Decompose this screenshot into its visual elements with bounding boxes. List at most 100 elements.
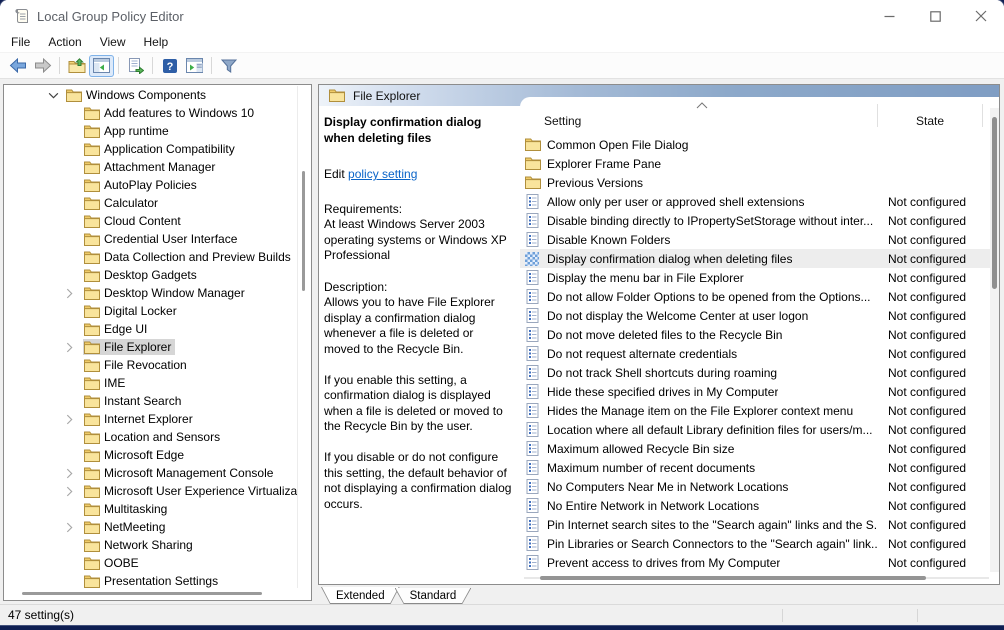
tree-item[interactable]: NetMeeting bbox=[4, 518, 297, 536]
column-header-state[interactable]: State bbox=[916, 114, 944, 128]
list-hscroll-thumb[interactable] bbox=[540, 576, 926, 580]
list-hscroll[interactable] bbox=[524, 576, 989, 580]
tree-item[interactable]: Edge UI bbox=[4, 320, 297, 338]
settings-row[interactable]: Disable binding directly to IPropertySet… bbox=[520, 211, 990, 230]
settings-row[interactable]: Display the menu bar in File ExplorerNot… bbox=[520, 268, 990, 287]
setting-label: Pin Internet search sites to the "Search… bbox=[547, 518, 877, 532]
chevron-right-icon[interactable] bbox=[66, 467, 83, 479]
tree-item[interactable]: Instant Search bbox=[4, 392, 297, 410]
policy-setting-icon bbox=[525, 213, 541, 228]
edit-policy-setting-link[interactable]: policy setting bbox=[348, 167, 417, 181]
tree-item[interactable]: Microsoft Management Console bbox=[4, 464, 297, 482]
tree-item[interactable]: Add features to Windows 10 bbox=[4, 104, 297, 122]
tree-item[interactable]: Desktop Gadgets bbox=[4, 266, 297, 284]
chevron-right-icon[interactable] bbox=[66, 485, 83, 497]
show-action-pane-button[interactable] bbox=[182, 55, 207, 77]
tree-item[interactable]: Attachment Manager bbox=[4, 158, 297, 176]
show-console-tree-button[interactable] bbox=[89, 55, 114, 77]
tree-vscroll-thumb[interactable] bbox=[302, 171, 305, 291]
folder-icon bbox=[84, 215, 100, 228]
chevron-right-icon[interactable] bbox=[66, 413, 83, 425]
description-paragraph: Allows you to have File Explorer display… bbox=[324, 295, 512, 357]
chevron-spacer bbox=[66, 179, 83, 191]
settings-row[interactable]: Common Open File Dialog bbox=[520, 135, 990, 154]
tree-item[interactable]: App runtime bbox=[4, 122, 297, 140]
settings-row[interactable]: No Entire Network in Network LocationsNo… bbox=[520, 496, 990, 515]
settings-row[interactable]: Pin Internet search sites to the "Search… bbox=[520, 515, 990, 534]
tab-standard[interactable]: Standard bbox=[395, 588, 472, 604]
settings-row[interactable]: Allow only per user or approved shell ex… bbox=[520, 192, 990, 211]
tree-item-label: Internet Explorer bbox=[104, 412, 193, 426]
tree-item[interactable]: File Explorer bbox=[4, 338, 297, 356]
settings-row[interactable]: Do not move deleted files to the Recycle… bbox=[520, 325, 990, 344]
list-vscroll-track[interactable] bbox=[990, 108, 999, 572]
menu-action[interactable]: Action bbox=[39, 33, 90, 51]
back-button[interactable] bbox=[5, 55, 30, 77]
settings-row[interactable]: Prevent access to drives from My Compute… bbox=[520, 553, 990, 572]
sort-ascending-icon bbox=[696, 102, 708, 109]
tree-item[interactable]: Microsoft Edge bbox=[4, 446, 297, 464]
close-button[interactable] bbox=[958, 0, 1004, 32]
folder-icon bbox=[84, 143, 100, 156]
tree-item[interactable]: Windows Components bbox=[4, 86, 297, 104]
tree-hscroll-thumb[interactable] bbox=[22, 592, 262, 595]
settings-row[interactable]: Previous Versions bbox=[520, 173, 990, 192]
export-list-button[interactable] bbox=[123, 55, 148, 77]
settings-row[interactable]: Do not track Shell shortcuts during roam… bbox=[520, 363, 990, 382]
tree-item[interactable]: Internet Explorer bbox=[4, 410, 297, 428]
menu-view[interactable]: View bbox=[91, 33, 135, 51]
tree-item[interactable]: Application Compatibility bbox=[4, 140, 297, 158]
settings-row[interactable]: Maximum number of recent documentsNot co… bbox=[520, 458, 990, 477]
up-one-level-button[interactable] bbox=[64, 55, 89, 77]
setting-label: Disable binding directly to IPropertySet… bbox=[547, 214, 873, 228]
chevron-right-icon[interactable] bbox=[66, 521, 83, 533]
tree-item[interactable]: Data Collection and Preview Builds bbox=[4, 248, 297, 266]
tree-item[interactable]: OOBE bbox=[4, 554, 297, 572]
settings-row[interactable]: Do not request alternate credentialsNot … bbox=[520, 344, 990, 363]
settings-row[interactable]: Explorer Frame Pane bbox=[520, 154, 990, 173]
settings-row[interactable]: Location where all default Library defin… bbox=[520, 420, 990, 439]
tree-item[interactable]: AutoPlay Policies bbox=[4, 176, 297, 194]
menu-file[interactable]: File bbox=[2, 33, 39, 51]
settings-row[interactable]: Pin Libraries or Search Connectors to th… bbox=[520, 534, 990, 553]
column-divider[interactable] bbox=[877, 104, 878, 127]
list-vscroll-thumb[interactable] bbox=[992, 117, 997, 289]
tree-item[interactable]: Network Sharing bbox=[4, 536, 297, 554]
chevron-right-icon[interactable] bbox=[66, 287, 83, 299]
setting-label: No Entire Network in Network Locations bbox=[547, 499, 759, 513]
tree-item[interactable]: Microsoft User Experience Virtualizat bbox=[4, 482, 297, 500]
settings-row[interactable]: Do not display the Welcome Center at use… bbox=[520, 306, 990, 325]
column-divider[interactable] bbox=[982, 104, 983, 127]
minimize-button[interactable] bbox=[866, 0, 912, 32]
settings-row[interactable]: Disable Known FoldersNot configured bbox=[520, 230, 990, 249]
settings-row[interactable]: Maximum allowed Recycle Bin sizeNot conf… bbox=[520, 439, 990, 458]
tree-item[interactable]: File Revocation bbox=[4, 356, 297, 374]
settings-row[interactable]: Hides the Manage item on the File Explor… bbox=[520, 401, 990, 420]
tree-item[interactable]: Calculator bbox=[4, 194, 297, 212]
help-button[interactable]: ? bbox=[157, 55, 182, 77]
chevron-right-icon[interactable] bbox=[66, 341, 83, 353]
setting-label: Prevent access to drives from My Compute… bbox=[547, 556, 780, 570]
chevron-down-icon[interactable] bbox=[48, 89, 65, 101]
tab-extended[interactable]: Extended bbox=[321, 587, 400, 604]
maximize-button[interactable] bbox=[912, 0, 958, 32]
tree-item[interactable]: Digital Locker bbox=[4, 302, 297, 320]
setting-label: Disable Known Folders bbox=[547, 233, 670, 247]
tree-item[interactable]: Credential User Interface bbox=[4, 230, 297, 248]
tree-item[interactable]: Cloud Content bbox=[4, 212, 297, 230]
settings-row[interactable]: Hide these specified drives in My Comput… bbox=[520, 382, 990, 401]
filter-button[interactable] bbox=[216, 55, 241, 77]
menu-help[interactable]: Help bbox=[135, 33, 178, 51]
tree-item[interactable]: IME bbox=[4, 374, 297, 392]
settings-row[interactable]: Display confirmation dialog when deletin… bbox=[520, 249, 990, 268]
settings-row[interactable]: Do not allow Folder Options to be opened… bbox=[520, 287, 990, 306]
settings-row[interactable]: No Computers Near Me in Network Location… bbox=[520, 477, 990, 496]
tree-item[interactable]: Presentation Settings bbox=[4, 572, 297, 588]
tree-item-label: Location and Sensors bbox=[104, 430, 220, 444]
forward-button[interactable] bbox=[30, 55, 55, 77]
tree-item[interactable]: Desktop Window Manager bbox=[4, 284, 297, 302]
folder-icon bbox=[84, 197, 100, 210]
tree-item[interactable]: Multitasking bbox=[4, 500, 297, 518]
tree-item[interactable]: Location and Sensors bbox=[4, 428, 297, 446]
column-header-setting[interactable]: Setting bbox=[544, 114, 581, 128]
